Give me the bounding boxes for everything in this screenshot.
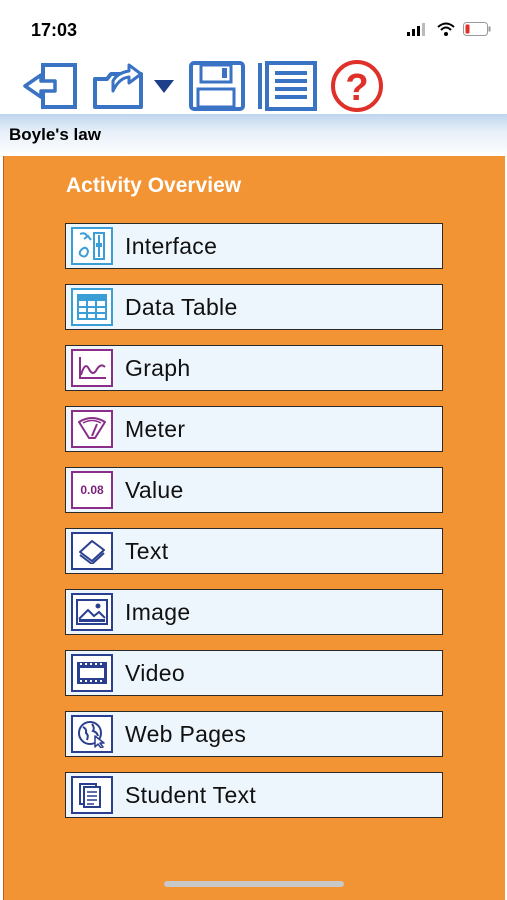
notes-button[interactable] bbox=[256, 58, 318, 114]
video-icon bbox=[71, 654, 113, 692]
exit-button[interactable] bbox=[20, 58, 80, 114]
student-text-icon bbox=[71, 776, 113, 814]
status-icons bbox=[407, 22, 491, 36]
menu-item-interface[interactable]: Interface bbox=[65, 223, 443, 269]
image-icon bbox=[71, 593, 113, 631]
toolbar: ? bbox=[0, 58, 507, 114]
activity-overview-panel: Activity Overview Interface Data Table G… bbox=[3, 156, 505, 900]
status-time: 17:03 bbox=[31, 20, 78, 40]
battery-icon bbox=[463, 22, 491, 36]
wifi-icon bbox=[437, 22, 455, 36]
save-icon bbox=[189, 61, 245, 111]
menu-item-value[interactable]: 0.08 Value bbox=[65, 467, 443, 513]
menu-item-label: Text bbox=[125, 537, 169, 564]
menu-item-label: Image bbox=[125, 598, 191, 625]
save-button[interactable] bbox=[186, 58, 246, 114]
exit-icon bbox=[23, 63, 77, 109]
export-icon bbox=[93, 63, 143, 109]
menu-item-label: Meter bbox=[125, 415, 186, 442]
menu-item-meter[interactable]: Meter bbox=[65, 406, 443, 452]
dropdown-arrow-icon bbox=[154, 80, 174, 93]
menu-item-label: Student Text bbox=[125, 781, 257, 808]
data-table-icon bbox=[71, 288, 113, 326]
web-pages-icon bbox=[71, 715, 113, 753]
menu-item-label: Data Table bbox=[125, 293, 238, 320]
menu-item-graph[interactable]: Graph bbox=[65, 345, 443, 391]
menu-item-label: Value bbox=[125, 476, 184, 503]
export-button[interactable] bbox=[90, 58, 150, 114]
overview-title: Activity Overview bbox=[66, 174, 242, 197]
menu-item-text[interactable]: Text bbox=[65, 528, 443, 574]
signal-icon bbox=[407, 23, 425, 36]
menu-item-label: Web Pages bbox=[125, 720, 247, 747]
help-icon: ? bbox=[331, 60, 383, 112]
menu-item-image[interactable]: Image bbox=[65, 589, 443, 635]
document-title: Boyle's law bbox=[9, 125, 101, 144]
interface-icon bbox=[71, 227, 113, 265]
notes-icon bbox=[258, 61, 317, 111]
value-icon-text: 0.08 bbox=[80, 483, 104, 497]
export-dropdown-button[interactable] bbox=[152, 58, 176, 114]
status-bar: 17:03 bbox=[0, 0, 507, 58]
menu-item-video[interactable]: Video bbox=[65, 650, 443, 696]
menu-item-web-pages[interactable]: Web Pages bbox=[65, 711, 443, 757]
graph-icon bbox=[71, 349, 113, 387]
help-button[interactable]: ? bbox=[326, 58, 388, 114]
document-title-bar: Boyle's law bbox=[0, 114, 507, 156]
menu-item-label: Graph bbox=[125, 354, 191, 381]
menu-item-data-table[interactable]: Data Table bbox=[65, 284, 443, 330]
menu-item-student-text[interactable]: Student Text bbox=[65, 772, 443, 818]
meter-icon bbox=[71, 410, 113, 448]
menu-item-label: Interface bbox=[125, 232, 218, 259]
home-indicator[interactable] bbox=[164, 881, 344, 887]
value-icon: 0.08 bbox=[71, 471, 113, 509]
help-symbol: ? bbox=[345, 67, 368, 109]
text-icon bbox=[71, 532, 113, 570]
menu-item-label: Video bbox=[125, 659, 185, 686]
